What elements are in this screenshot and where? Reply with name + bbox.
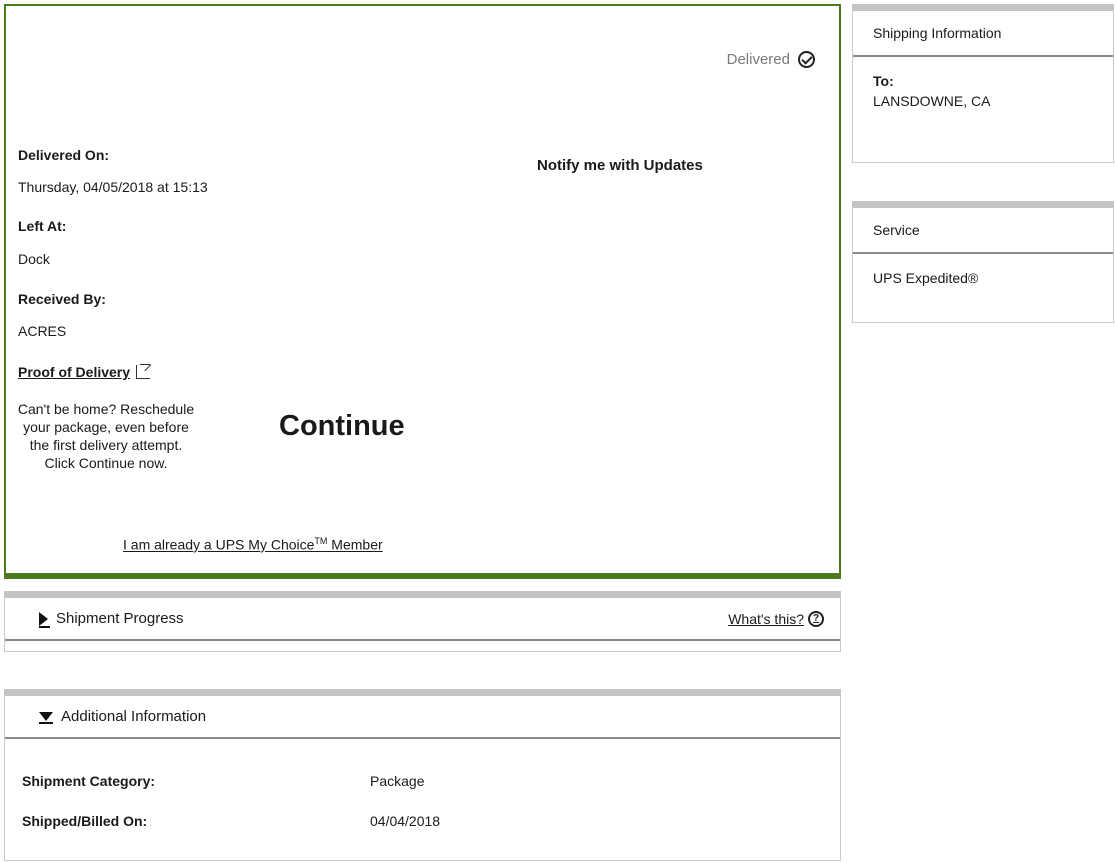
additional-info-toggle[interactable]: Additional Information [5, 696, 840, 739]
reschedule-text: Can't be home? Reschedule your package, … [17, 401, 195, 471]
service-title: Service [853, 208, 1113, 254]
member-link-text: I am already a UPS My Choice [123, 536, 315, 553]
proof-of-delivery-link[interactable]: Proof of Delivery [18, 364, 151, 380]
service-value: UPS Expedited® [873, 270, 979, 286]
collapse-arrow-icon [39, 712, 53, 724]
my-choice-member-link[interactable]: I am already a UPS My ChoiceTM Member [123, 536, 383, 553]
whats-this-label: What's this? [728, 610, 804, 627]
member-link-suffix: Member [327, 536, 383, 553]
member-link-tm: TM [314, 536, 328, 546]
shipping-info-title: Shipping Information [853, 11, 1113, 57]
delivered-on-value: Thursday, 04/05/2018 at 15:13 [18, 179, 208, 195]
check-circle-icon [798, 51, 815, 68]
additional-info-card: Additional Information Shipment Category… [4, 689, 841, 861]
ship-to-label: To: [873, 73, 894, 89]
notify-updates-heading[interactable]: Notify me with Updates [537, 157, 703, 174]
shipping-info-card: Shipping Information To: LANSDOWNE, CA [852, 4, 1114, 163]
shipment-progress-card: Shipment Progress What's this? ? [4, 591, 841, 652]
received-by-label: Received By: [18, 291, 106, 307]
shipment-progress-toggle[interactable]: Shipment Progress What's this? ? [5, 598, 840, 641]
shipment-category-value: Package [370, 773, 425, 789]
external-link-icon [136, 364, 151, 379]
expand-arrow-icon [39, 611, 50, 628]
delivered-on-label: Delivered On: [18, 147, 110, 163]
help-icon: ? [808, 610, 824, 627]
shipment-category-label: Shipment Category: [22, 773, 156, 789]
whats-this-link[interactable]: What's this? ? [728, 610, 824, 627]
received-by-value: ACRES [18, 323, 67, 339]
proof-of-delivery-label: Proof of Delivery [18, 364, 131, 380]
shipment-progress-title: Shipment Progress [56, 610, 184, 627]
delivery-status-text: Delivered [726, 51, 790, 68]
shipping-info-body: To: LANSDOWNE, CA [853, 57, 1113, 125]
delivery-status: Delivered [727, 51, 815, 68]
shipped-billed-value: 04/04/2018 [370, 813, 441, 829]
shipped-billed-label: Shipped/Billed On: [22, 813, 148, 829]
ship-to-value: LANSDOWNE, CA [873, 93, 991, 109]
additional-info-title: Additional Information [61, 708, 207, 725]
continue-button[interactable]: Continue [279, 410, 405, 443]
left-at-label: Left At: [18, 218, 67, 234]
left-at-value: Dock [18, 251, 50, 267]
delivery-card: Delivered Delivered On: Thursday, 04/05/… [4, 4, 841, 579]
service-card: Service UPS Expedited® [852, 201, 1114, 323]
